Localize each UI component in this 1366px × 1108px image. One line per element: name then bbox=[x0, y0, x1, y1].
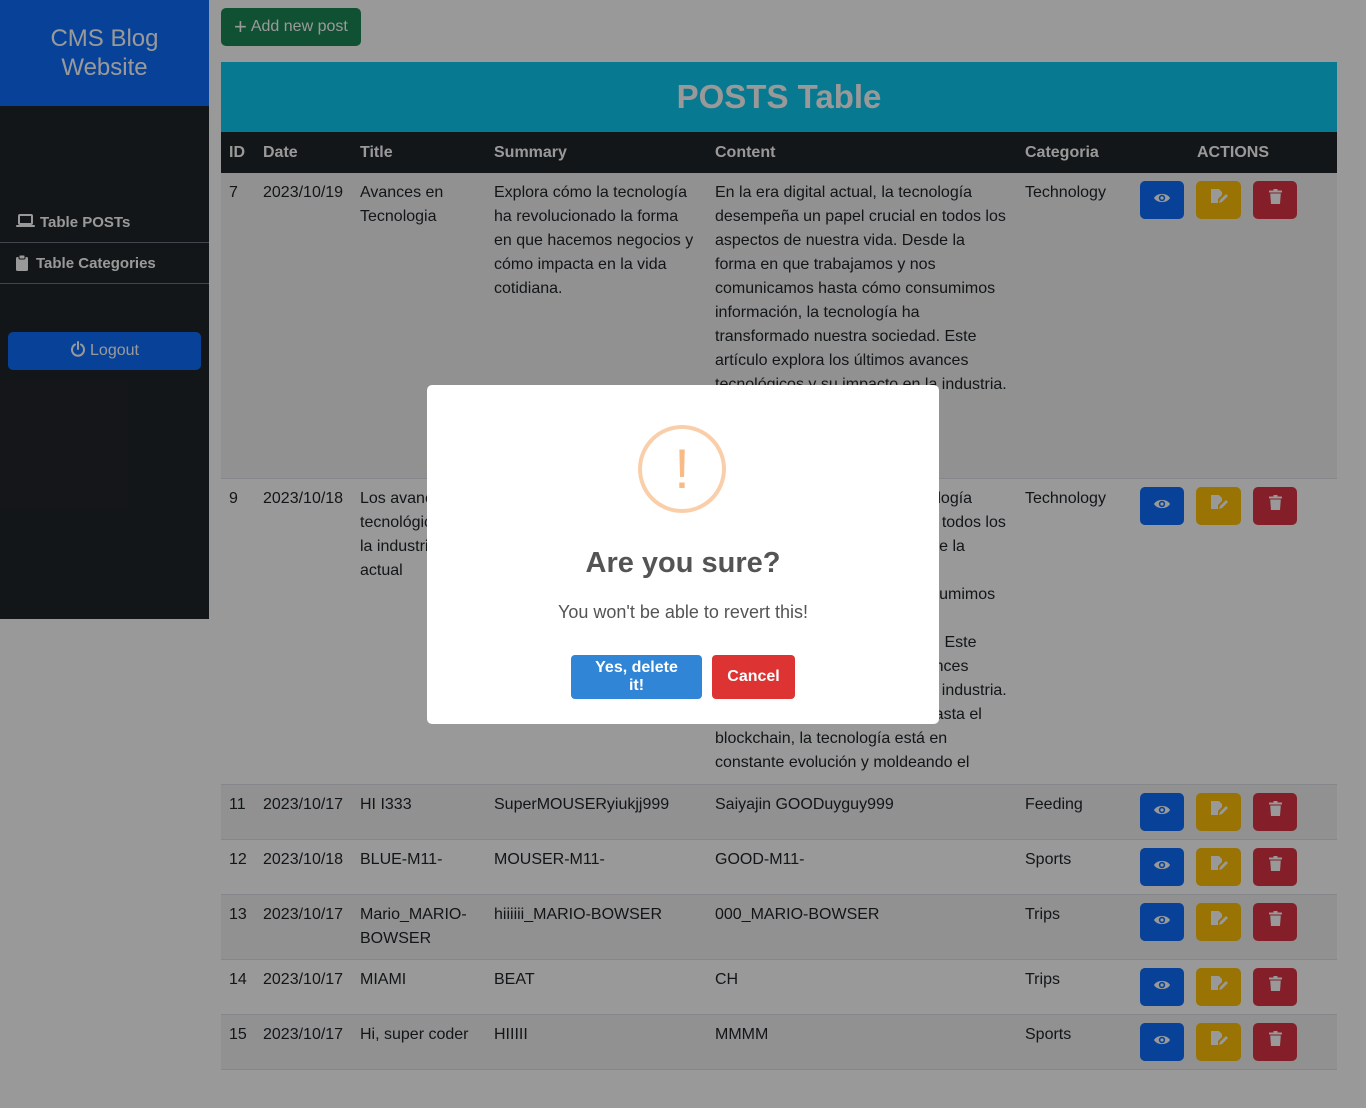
cancel-button[interactable]: Cancel bbox=[712, 655, 795, 699]
confirm-dialog: ! Are you sure? You won't be able to rev… bbox=[427, 385, 939, 724]
dialog-title: Are you sure? bbox=[585, 547, 781, 579]
dialog-text: You won't be able to revert this! bbox=[558, 602, 808, 622]
dialog-actions: Yes, delete it! Cancel bbox=[427, 655, 939, 699]
confirm-delete-button[interactable]: Yes, delete it! bbox=[571, 655, 702, 699]
warning-icon: ! bbox=[638, 425, 726, 513]
